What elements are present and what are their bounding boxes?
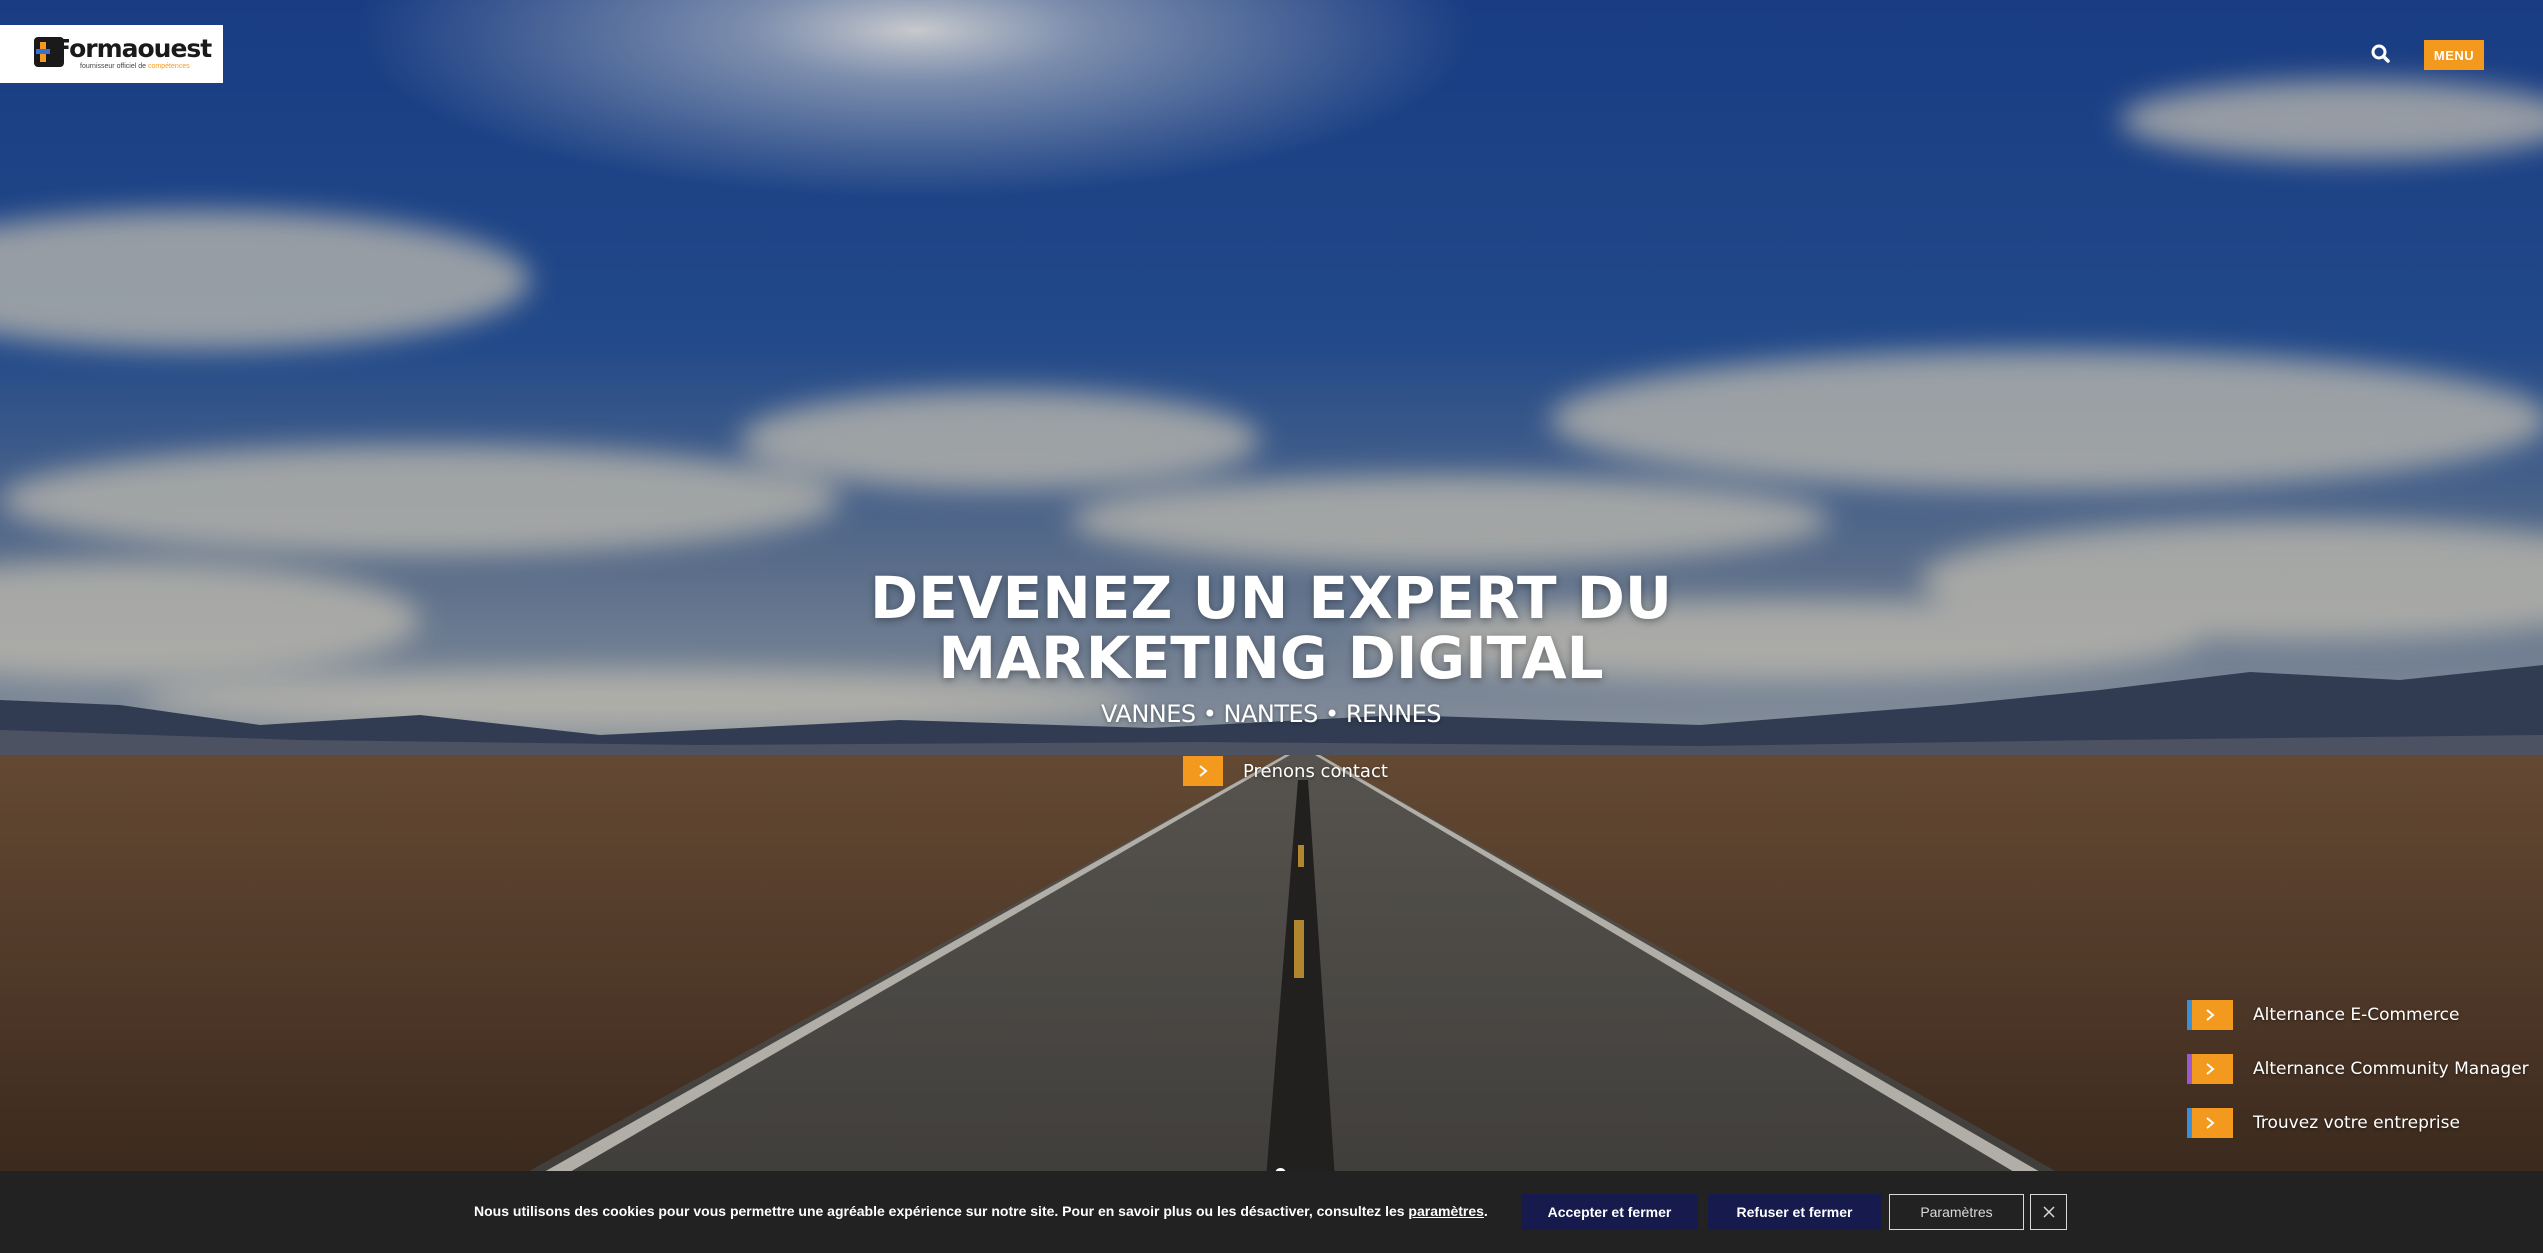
cookie-params-button[interactable]: Paramètres bbox=[1889, 1194, 2024, 1230]
cookie-settings-link[interactable]: paramètres bbox=[1408, 1203, 1484, 1219]
logo-name: Formaouest bbox=[54, 34, 212, 63]
close-icon bbox=[2042, 1206, 2055, 1218]
quick-links: Alternance E-Commerce Alternance Communi… bbox=[2187, 1000, 2543, 1162]
quick-link-arrow-box bbox=[2187, 1054, 2233, 1084]
quick-link-stripe bbox=[2187, 1108, 2192, 1138]
logo-tagline: fournisseur officiel de compétences bbox=[80, 63, 190, 70]
cookie-banner: Nous utilisons des cookies pour vous per… bbox=[0, 1171, 2543, 1253]
quick-link-alternance-ecommerce[interactable]: Alternance E-Commerce bbox=[2187, 1000, 2543, 1030]
quick-link-stripe bbox=[2187, 1054, 2192, 1084]
quick-link-stripe bbox=[2187, 1000, 2192, 1030]
quick-link-label: Alternance E-Commerce bbox=[2253, 1005, 2460, 1025]
chevron-right-icon bbox=[2206, 1117, 2215, 1129]
hero-title-line1: DEVENEZ UN EXPERT DU bbox=[869, 564, 1673, 632]
quick-link-trouvez-entreprise[interactable]: Trouvez votre entreprise bbox=[2187, 1108, 2543, 1138]
quick-link-arrow-box bbox=[2187, 1108, 2233, 1138]
hero-subtitle: VANNES • NANTES • RENNES bbox=[1101, 700, 1441, 728]
contact-cta-button[interactable]: Prenons contact bbox=[1183, 756, 1388, 786]
search-button[interactable] bbox=[2367, 40, 2395, 68]
cta-arrow-box bbox=[1183, 756, 1223, 786]
accept-cookies-button[interactable]: Accepter et fermer bbox=[1521, 1194, 1698, 1230]
chevron-right-icon bbox=[2206, 1063, 2215, 1075]
quick-link-label: Trouvez votre entreprise bbox=[2253, 1113, 2460, 1133]
quick-link-label: Alternance Community Manager bbox=[2253, 1059, 2529, 1079]
search-icon bbox=[2371, 44, 2390, 63]
hero-title-line2: MARKETING DIGITAL bbox=[938, 624, 1604, 692]
contact-cta-label: Prenons contact bbox=[1243, 760, 1388, 782]
chevron-right-icon bbox=[1199, 765, 1208, 777]
quick-link-alternance-community-manager[interactable]: Alternance Community Manager bbox=[2187, 1054, 2543, 1084]
hero-title: DEVENEZ UN EXPERT DU MARKETING DIGITAL bbox=[771, 568, 1771, 688]
cookie-text: Nous utilisons des cookies pour vous per… bbox=[474, 1203, 1488, 1219]
site-logo[interactable]: Formaouest fournisseur officiel de compé… bbox=[0, 25, 223, 83]
refuse-cookies-button[interactable]: Refuser et fermer bbox=[1708, 1194, 1881, 1230]
menu-button[interactable]: MENU bbox=[2424, 40, 2484, 70]
close-cookie-button[interactable] bbox=[2030, 1194, 2067, 1230]
chevron-right-icon bbox=[2206, 1009, 2215, 1021]
quick-link-arrow-box bbox=[2187, 1000, 2233, 1030]
